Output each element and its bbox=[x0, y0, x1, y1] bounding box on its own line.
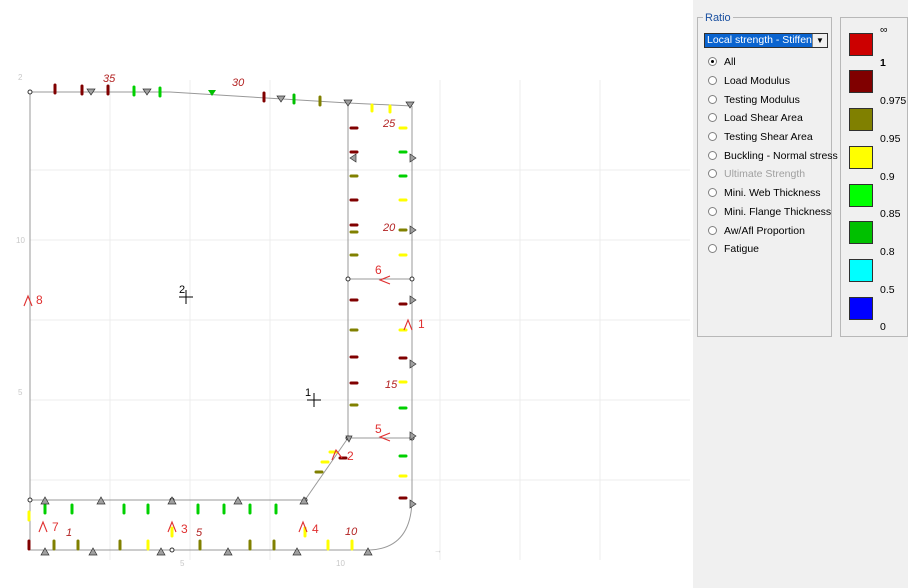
panel-label: 2 bbox=[347, 449, 354, 463]
radio-dot-icon bbox=[708, 94, 717, 104]
node-label: 1 bbox=[305, 387, 311, 399]
panel-label: 3 bbox=[181, 522, 188, 536]
stiffener-label: 1 bbox=[66, 527, 72, 539]
stiffener-label: 30 bbox=[232, 77, 245, 89]
panel-label: 7 bbox=[52, 520, 59, 534]
radio-dot-icon bbox=[708, 131, 717, 141]
structure-canvas[interactable]: 2 10 5 5 10 → 35 30 25 20 15 10 5 1 8 7 6 5… bbox=[0, 0, 693, 588]
legend-swatch bbox=[849, 108, 873, 131]
svg-text:2: 2 bbox=[18, 73, 23, 82]
radio-dot-icon bbox=[708, 206, 717, 216]
panel-label: 6 bbox=[375, 263, 382, 277]
radio-label: Aw/Afl Proportion bbox=[724, 225, 805, 237]
panel-label: 5 bbox=[375, 422, 382, 436]
radio-load-modulus[interactable]: Load Modulus bbox=[708, 75, 790, 87]
radio-load-shear-area[interactable]: Load Shear Area bbox=[708, 112, 803, 124]
radio-label: Ultimate Strength bbox=[724, 168, 806, 180]
radio-label: All bbox=[724, 56, 736, 68]
radio-label: Load Shear Area bbox=[724, 112, 803, 124]
radio-label: Testing Modulus bbox=[724, 94, 800, 106]
radio-ultimate-strength: Ultimate Strength bbox=[708, 168, 805, 180]
radio-label: Load Modulus bbox=[724, 75, 790, 87]
panel-label: 4 bbox=[312, 522, 319, 536]
stiffener-label: 20 bbox=[382, 222, 396, 234]
legend-level: 0.8 bbox=[880, 246, 895, 258]
stiffener-label: 25 bbox=[382, 118, 396, 130]
panel-label: 8 bbox=[36, 293, 43, 307]
legend-swatch bbox=[849, 221, 873, 244]
radio-dot-icon bbox=[708, 150, 717, 160]
legend-level: 0.9 bbox=[880, 171, 895, 183]
legend-swatch bbox=[849, 259, 873, 282]
radio-buckling-normal-stress[interactable]: Buckling - Normal stress bbox=[708, 150, 838, 162]
svg-text:10: 10 bbox=[336, 559, 345, 568]
radio-dot-icon bbox=[708, 225, 717, 235]
radio-label: Testing Shear Area bbox=[724, 131, 813, 143]
radio-mini-web-thickness[interactable]: Mini. Web Thickness bbox=[708, 187, 820, 199]
legend-swatch bbox=[849, 184, 873, 207]
chevron-down-icon[interactable]: ▼ bbox=[812, 34, 827, 47]
ratio-dropdown-value: Local strength - Stiffener bbox=[707, 34, 822, 46]
legend-swatch bbox=[849, 33, 873, 56]
svg-text:→: → bbox=[434, 546, 442, 555]
radio-dot-icon bbox=[708, 75, 717, 85]
node-label: 2 bbox=[179, 284, 185, 296]
radio-dot-icon bbox=[708, 243, 717, 253]
svg-text:5: 5 bbox=[180, 559, 185, 568]
color-legend bbox=[840, 17, 908, 337]
radio-testing-shear-area[interactable]: Testing Shear Area bbox=[708, 131, 813, 143]
svg-text:10: 10 bbox=[16, 236, 25, 245]
panel-label: 1 bbox=[418, 317, 425, 331]
radio-dot-icon bbox=[708, 168, 717, 178]
legend-level: 0.85 bbox=[880, 208, 901, 220]
legend-level: 0 bbox=[880, 321, 886, 333]
radio-label: Mini. Flange Thickness bbox=[724, 206, 832, 218]
radio-label: Fatigue bbox=[724, 243, 760, 255]
legend-level: ∞ bbox=[880, 24, 888, 36]
radio-testing-modulus[interactable]: Testing Modulus bbox=[708, 94, 800, 106]
legend-level: 0.975 bbox=[880, 95, 907, 107]
radio-mini-flange-thickness[interactable]: Mini. Flange Thickness bbox=[708, 206, 831, 218]
stiffener-label: 5 bbox=[196, 527, 203, 539]
stiffener-label: 15 bbox=[385, 379, 398, 391]
legend-swatch bbox=[849, 297, 873, 320]
svg-text:5: 5 bbox=[18, 388, 23, 397]
radio-aw-afl-proportion[interactable]: Aw/Afl Proportion bbox=[708, 225, 805, 237]
radio-all[interactable]: All bbox=[708, 56, 736, 68]
radio-fatigue[interactable]: Fatigue bbox=[708, 243, 759, 255]
radio-label: Mini. Web Thickness bbox=[724, 187, 821, 199]
stiffener-label: 10 bbox=[345, 526, 358, 538]
legend-swatch bbox=[849, 70, 873, 93]
stiffeners[interactable] bbox=[27, 83, 408, 551]
radio-label: Buckling - Normal stress bbox=[724, 150, 838, 162]
legend-level: 1 bbox=[880, 57, 886, 69]
legend-level: 0.95 bbox=[880, 133, 901, 145]
legend-swatch bbox=[849, 146, 873, 169]
ratio-dropdown[interactable]: Local strength - Stiffener ▼ bbox=[704, 33, 828, 48]
radio-dot-icon bbox=[708, 112, 717, 122]
support-markers bbox=[40, 88, 417, 556]
radio-dot-icon bbox=[708, 187, 717, 197]
stiffener-label: 35 bbox=[103, 73, 116, 85]
ratio-group-title: Ratio bbox=[703, 12, 733, 24]
legend-level: 0.5 bbox=[880, 284, 895, 296]
radio-dot-icon bbox=[708, 56, 717, 66]
